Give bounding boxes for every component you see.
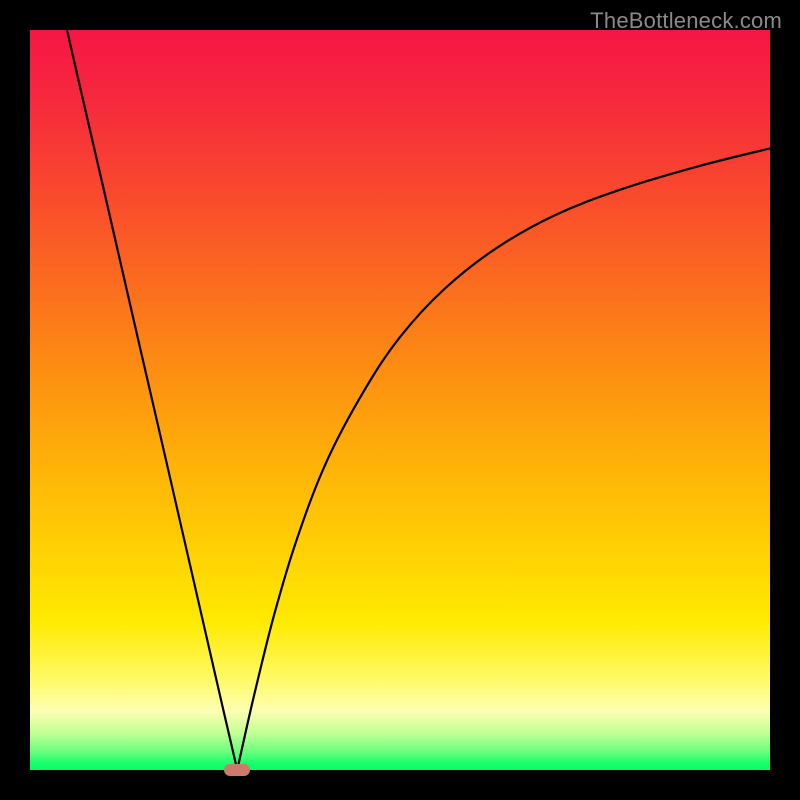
cusp-marker [224,764,250,776]
watermark-text: TheBottleneck.com [590,8,782,34]
curve-left-branch [67,30,237,770]
curve-right-branch [237,148,770,770]
curve-layer [30,30,770,770]
plot-area [30,30,770,770]
chart-frame: TheBottleneck.com [0,0,800,800]
